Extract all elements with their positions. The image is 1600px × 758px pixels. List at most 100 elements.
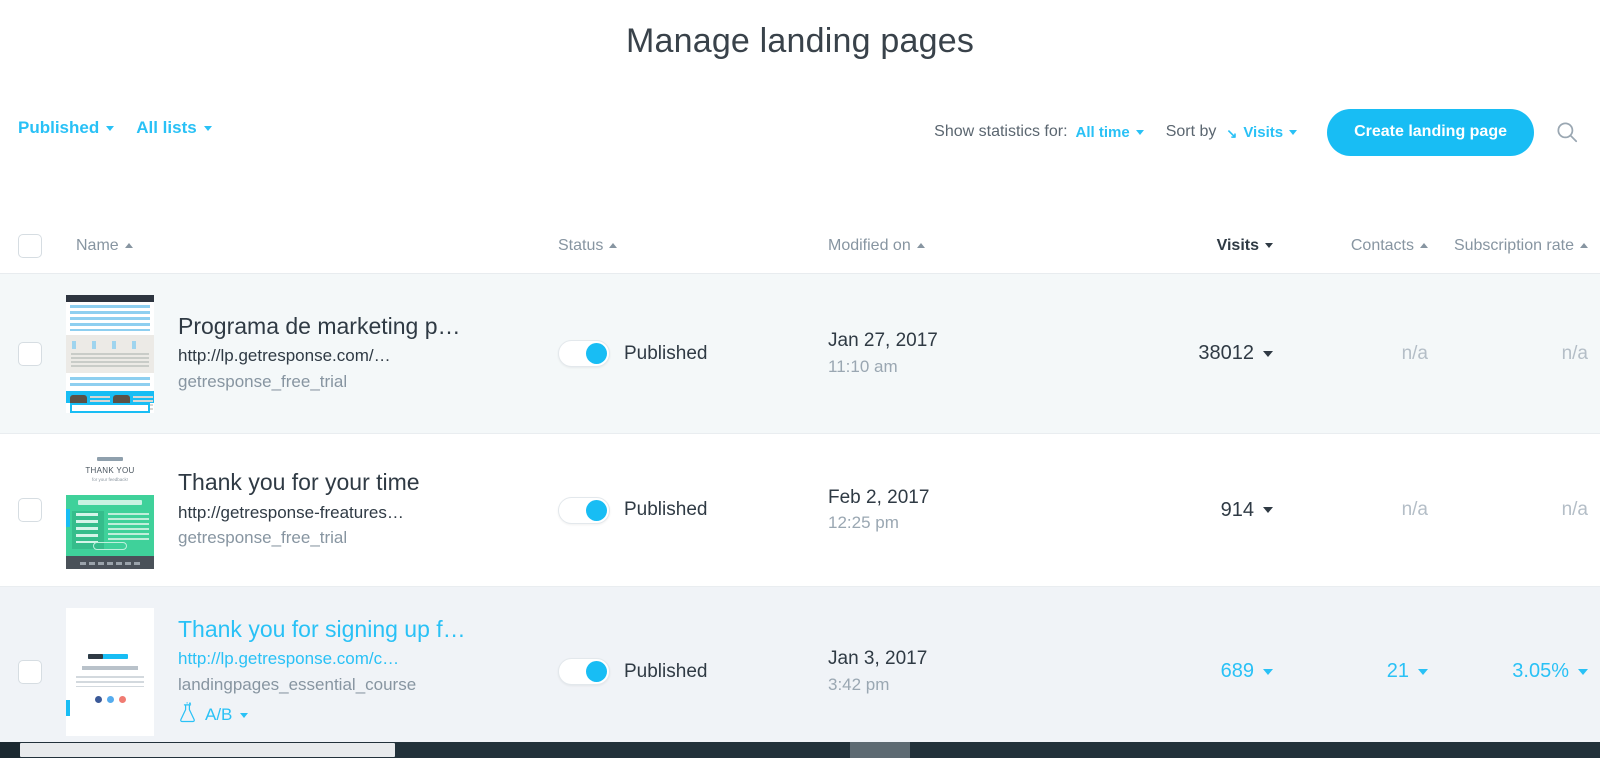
ab-test-label: A/B xyxy=(205,705,233,725)
row-select-cell xyxy=(18,498,58,522)
create-landing-page-button[interactable]: Create landing page xyxy=(1327,108,1534,156)
contacts-cell[interactable]: 21 xyxy=(1273,660,1428,683)
scrollbar-segment[interactable] xyxy=(850,742,910,758)
sort-value-dropdown[interactable]: ↘ Visits xyxy=(1226,123,1298,141)
contacts-cell: n/a xyxy=(1273,343,1428,365)
contacts-value: n/a xyxy=(1401,342,1428,364)
modified-on-cell: Jan 27, 2017 11:10 am xyxy=(828,327,1108,379)
chevron-down-icon xyxy=(106,125,115,131)
landing-page-thumbnail[interactable]: THANK YOU for your feedback! xyxy=(66,451,154,569)
caret-down-icon xyxy=(1418,668,1428,675)
column-header-modified-on[interactable]: Modified on xyxy=(828,237,1108,255)
ab-test-dropdown[interactable]: A/B xyxy=(178,702,466,728)
toolbar-right: Show statistics for: All time Sort by ↘ … xyxy=(934,104,1586,160)
publish-toggle[interactable] xyxy=(558,658,610,685)
page-title: Manage landing pages xyxy=(625,22,975,60)
subscription-rate-value: 3.05% xyxy=(1512,660,1569,682)
visits-value: 38012 xyxy=(1198,342,1254,364)
visits-cell[interactable]: 689 xyxy=(1108,660,1273,683)
landing-page-url[interactable]: http://getresponse-freatures… xyxy=(178,500,420,526)
status-label: Published xyxy=(624,499,708,520)
publish-toggle[interactable] xyxy=(558,340,610,367)
row-checkbox[interactable] xyxy=(18,659,42,684)
chevron-down-icon xyxy=(1135,129,1144,135)
landing-page-name-cell: Thank you for signing up f… http://lp.ge… xyxy=(58,607,558,736)
visits-value: 689 xyxy=(1220,660,1254,682)
list-filter-dropdown[interactable]: All lists xyxy=(136,118,212,138)
scrollbar-left-cap xyxy=(0,742,20,758)
landing-page-title[interactable]: Thank you for your time xyxy=(178,468,420,497)
table-header-row: Name Status Modified on Visits Contacts … xyxy=(0,218,1600,274)
row-actions-cell xyxy=(1588,501,1600,520)
contacts-cell: n/a xyxy=(1273,499,1428,521)
column-header-contacts[interactable]: Contacts xyxy=(1273,237,1428,255)
status-label: Published xyxy=(624,342,708,364)
status-filter-dropdown[interactable]: Published xyxy=(18,118,115,138)
publish-toggle[interactable] xyxy=(558,496,610,524)
select-all-cell xyxy=(18,233,58,258)
landing-page-thumbnail[interactable] xyxy=(66,294,154,413)
subscription-rate-value: n/a xyxy=(1561,499,1588,520)
row-select-cell xyxy=(18,659,58,684)
contacts-value: 21 xyxy=(1386,660,1409,682)
modified-time: 3:42 pm xyxy=(828,674,890,694)
landing-page-info: Programa de marketing p… http://lp.getre… xyxy=(154,312,461,396)
subscription-rate-cell[interactable]: 3.05% xyxy=(1428,660,1588,683)
landing-page-url[interactable]: http://lp.getresponse.com/c… xyxy=(178,646,466,672)
landing-page-title[interactable]: Thank you for signing up f… xyxy=(178,615,466,644)
more-options-icon[interactable] xyxy=(1588,501,1600,520)
status-cell: Published xyxy=(558,496,828,524)
modified-time: 12:25 pm xyxy=(828,513,899,533)
modified-date: Jan 3, 2017 xyxy=(828,648,928,670)
row-actions-cell xyxy=(1588,662,1600,681)
caret-up-icon xyxy=(124,243,133,248)
select-all-checkbox[interactable] xyxy=(18,233,42,258)
horizontal-scrollbar[interactable] xyxy=(0,742,1600,758)
chevron-down-icon xyxy=(203,125,212,131)
subscription-rate-cell: n/a xyxy=(1428,499,1588,521)
caret-up-icon xyxy=(916,243,925,248)
landing-page-title[interactable]: Programa de marketing p… xyxy=(178,312,461,341)
status-label: Published xyxy=(624,660,708,682)
more-options-icon[interactable] xyxy=(1588,344,1600,363)
caret-down-icon xyxy=(1578,668,1588,675)
more-options-icon[interactable] xyxy=(1588,662,1600,681)
landing-page-url[interactable]: http://lp.getresponse.com/… xyxy=(178,343,461,369)
landing-page-name-cell: Programa de marketing p… http://lp.getre… xyxy=(58,294,558,413)
list-filter-label: All lists xyxy=(136,118,197,137)
flask-icon xyxy=(178,702,197,728)
time-range-label: All time xyxy=(1075,123,1130,141)
column-label: Modified on xyxy=(828,236,911,254)
row-checkbox[interactable] xyxy=(18,341,42,366)
sort-direction-icon: ↘ xyxy=(1226,125,1238,141)
table-row[interactable]: THANK YOU for your feedback! Thank you fo… xyxy=(0,434,1600,587)
row-checkbox[interactable] xyxy=(18,498,42,522)
landing-page-thumbnail[interactable] xyxy=(66,607,154,736)
table-row[interactable]: Programa de marketing p… http://lp.getre… xyxy=(0,274,1600,434)
landing-page-list: getresponse_free_trial xyxy=(178,528,348,548)
time-range-dropdown[interactable]: All time xyxy=(1076,124,1144,141)
status-filter-label: Published xyxy=(18,118,100,137)
subscription-rate-value: n/a xyxy=(1561,342,1588,364)
contacts-value: n/a xyxy=(1401,499,1428,520)
status-cell: Published xyxy=(558,658,828,685)
column-header-name[interactable]: Name xyxy=(58,237,558,255)
show-statistics-label: Show statistics for: xyxy=(934,123,1068,140)
scrollbar-thumb[interactable] xyxy=(20,743,395,757)
column-label: Name xyxy=(76,236,119,254)
sort-value-label: Visits xyxy=(1243,123,1284,141)
status-cell: Published xyxy=(558,340,828,367)
search-icon[interactable] xyxy=(1554,119,1580,145)
sort-by-label: Sort by xyxy=(1165,123,1217,140)
visits-cell[interactable]: 914 xyxy=(1108,499,1273,522)
column-header-subscription-rate[interactable]: Subscription rate xyxy=(1428,237,1588,255)
column-label: Contacts xyxy=(1350,236,1414,254)
toolbar: Published All lists Show statistics for:… xyxy=(0,104,1600,160)
visits-cell[interactable]: 38012 xyxy=(1108,342,1273,365)
caret-down-icon xyxy=(1263,668,1273,675)
table-row[interactable]: Thank you for signing up f… http://lp.ge… xyxy=(0,587,1600,757)
modified-date: Jan 27, 2017 xyxy=(828,330,938,352)
column-header-status[interactable]: Status xyxy=(558,237,828,255)
caret-down-icon xyxy=(1263,350,1273,357)
column-header-visits[interactable]: Visits xyxy=(1108,237,1273,255)
